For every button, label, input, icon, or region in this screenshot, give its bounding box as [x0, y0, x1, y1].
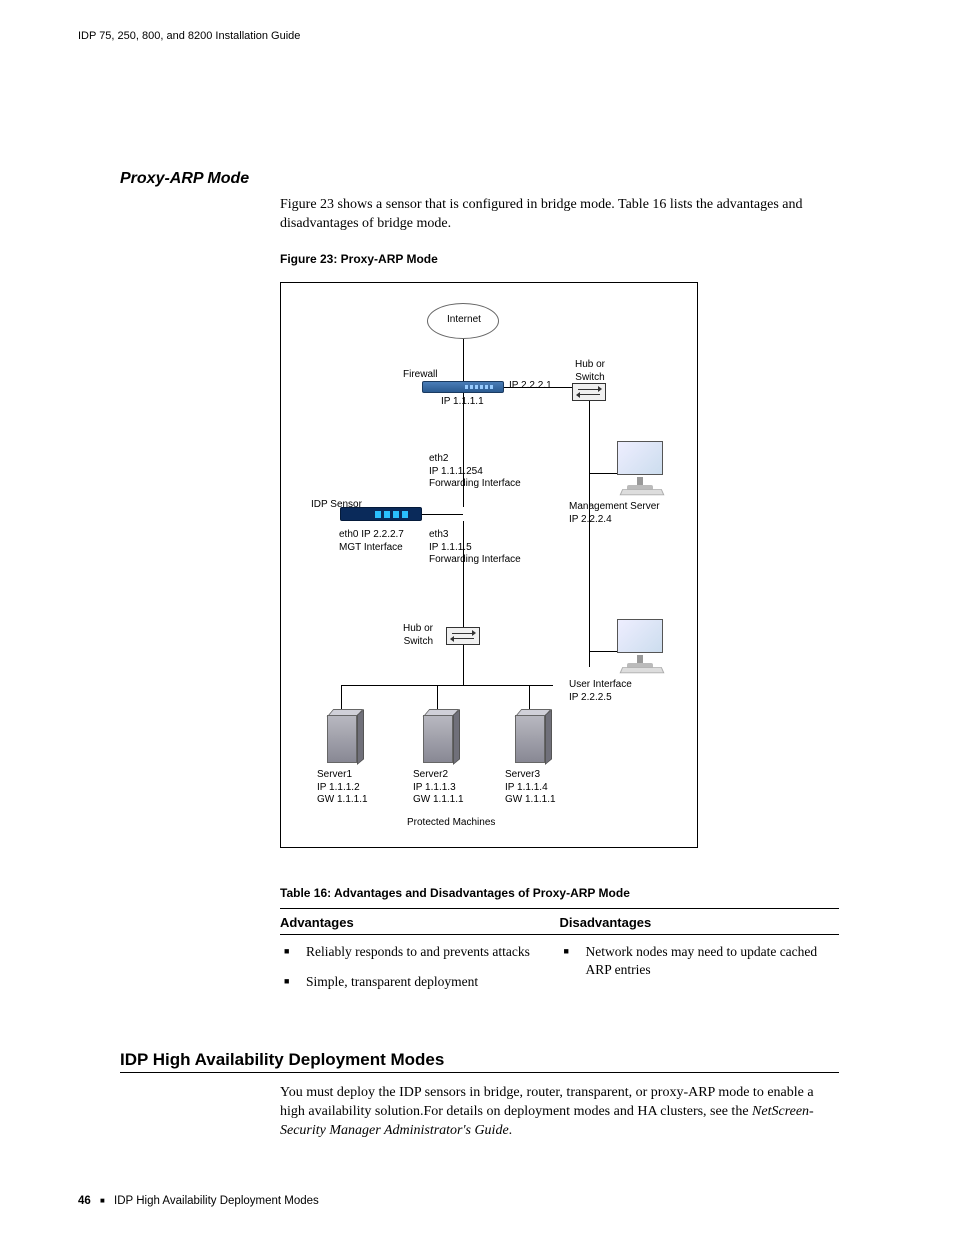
server2-icon [423, 715, 453, 763]
advantages-table: Advantages Disadvantages Reliably respon… [280, 908, 839, 1003]
ha-modes-paragraph: You must deploy the IDP sensors in bridg… [280, 1084, 839, 1141]
table-header-disadvantages: Disadvantages [560, 909, 840, 935]
table-header-advantages: Advantages [280, 909, 560, 935]
label-eth0: eth0 IP 2.2.2.7MGT Interface [339, 529, 404, 554]
server3-icon [515, 715, 545, 763]
table-caption: Table 16: Advantages and Disadvantages o… [280, 886, 630, 900]
firewall-device-icon [422, 381, 504, 393]
label-server3: Server3IP 1.1.1.4GW 1.1.1.1 [505, 769, 556, 807]
management-server-icon [617, 441, 663, 491]
label-protected-machines: Protected Machines [407, 817, 495, 830]
advantage-item: Reliably responds to and prevents attack… [280, 943, 550, 973]
label-internet: Internet [447, 314, 481, 327]
idp-sensor-icon [340, 507, 422, 521]
label-mgmt-server: Management ServerIP 2.2.2.4 [569, 501, 660, 526]
section-heading-ha-modes: IDP High Availability Deployment Modes [120, 1050, 839, 1073]
user-interface-icon [617, 619, 663, 669]
figure-diagram: Internet Firewall IP 2.2.2.1 Hub orSwitc… [280, 282, 698, 848]
label-hub-switch-mid: Hub orSwitch [403, 623, 433, 648]
ha-body-pre: You must deploy the IDP sensors in bridg… [280, 1085, 814, 1119]
hub-switch-top-icon [572, 383, 606, 401]
intro-paragraph: Figure 23 shows a sensor that is configu… [280, 196, 839, 234]
section-heading-proxy-arp: Proxy-ARP Mode [120, 170, 249, 188]
ha-body-post: . [509, 1123, 513, 1138]
running-header: IDP 75, 250, 800, and 8200 Installation … [78, 30, 300, 42]
page-number: 46 [78, 1195, 91, 1207]
page-footer: 46 ■ IDP High Availability Deployment Mo… [78, 1195, 319, 1207]
advantage-item: Simple, transparent deployment [280, 973, 550, 1003]
server1-icon [327, 715, 357, 763]
label-user-interface: User InterfaceIP 2.2.2.5 [569, 679, 632, 704]
figure-caption: Figure 23: Proxy-ARP Mode [280, 252, 438, 266]
label-server1: Server1IP 1.1.1.2GW 1.1.1.1 [317, 769, 368, 807]
label-eth3: eth3IP 1.1.1.5Forwarding Interface [429, 529, 521, 567]
disadvantage-item: Network nodes may need to update cached … [560, 943, 840, 991]
footer-section-label: IDP High Availability Deployment Modes [114, 1195, 319, 1207]
label-firewall: Firewall [403, 369, 437, 382]
hub-switch-mid-icon [446, 627, 480, 645]
label-eth2: eth2IP 1.1.1.254Forwarding Interface [429, 453, 521, 491]
label-hub-switch-top: Hub orSwitch [575, 359, 605, 384]
label-server2: Server2IP 1.1.1.3GW 1.1.1.1 [413, 769, 464, 807]
footer-separator-icon: ■ [94, 1196, 111, 1205]
